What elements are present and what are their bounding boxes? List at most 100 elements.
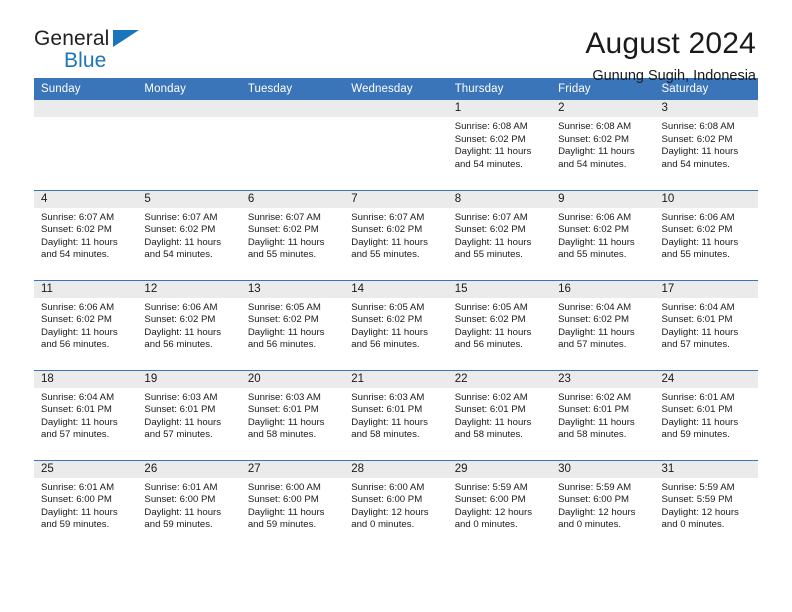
day-details: Sunrise: 6:06 AM Sunset: 6:02 PM Daylight:… [34,298,137,352]
calendar-day-cell[interactable]: 26 Sunrise: 6:01 AM Sunset: 6:00 PM Dayligh… [137,459,241,550]
daylight-text-line1: Daylight: 11 hours [454,326,532,338]
day-number [344,100,448,117]
day-number: 25 [34,460,138,478]
daylight-text-line1: Daylight: 11 hours [41,236,118,248]
day-number: 1 [447,100,552,117]
daylight-text-line1: Daylight: 11 hours [661,236,739,248]
day-details: Sunrise: 6:01 AM Sunset: 6:00 PM Daylight:… [34,478,137,532]
day-details: Sunrise: 6:06 AM Sunset: 6:02 PM Daylight:… [551,208,654,262]
calendar-day-cell[interactable]: 15 Sunrise: 6:05 AM Sunset: 6:02 PM Dayligh… [447,279,552,370]
calendar-day-cell[interactable]: 14 Sunrise: 6:05 AM Sunset: 6:02 PM Dayligh… [344,279,448,370]
sunset-text: Sunset: 6:02 PM [247,224,319,236]
sunrise-text: Sunrise: 6:07 AM [41,211,115,223]
sunset-text: Sunset: 6:02 PM [454,133,526,145]
triangle-icon [113,30,139,47]
calendar-day-cell[interactable]: 29 Sunrise: 5:59 AM Sunset: 6:00 PM Dayligh… [447,459,552,550]
general-blue-logo[interactable]: General Blue [34,28,154,71]
calendar-day-cell[interactable]: 24 Sunrise: 6:01 AM Sunset: 6:01 PM Dayligh… [654,369,758,460]
page-title: August 2024 [585,27,756,60]
calendar-day-cell-empty [137,100,241,190]
sunset-text: Sunset: 6:02 PM [351,314,423,326]
daylight-text-line1: Daylight: 11 hours [454,146,532,158]
calendar-day-cell[interactable]: 9 Sunrise: 6:06 AM Sunset: 6:02 PM Daylight… [551,189,655,280]
sunrise-text: Sunrise: 6:07 AM [247,211,321,223]
day-details: Sunrise: 6:00 AM Sunset: 6:00 PM Daylight:… [344,478,447,532]
daylight-text-line2: and 58 minutes. [351,429,420,441]
sunset-text: Sunset: 6:02 PM [558,314,630,326]
daylight-text-line2: and 56 minutes. [247,339,317,351]
calendar-day-cell[interactable]: 4 Sunrise: 6:07 AM Sunset: 6:02 PM Daylight… [34,189,138,280]
day-number: 23 [551,370,655,388]
sunset-text: Sunset: 6:00 PM [41,494,112,506]
daylight-text-line1: Daylight: 11 hours [247,416,325,428]
day-number: 31 [654,460,758,478]
calendar-day-cell[interactable]: 20 Sunrise: 6:03 AM Sunset: 6:01 PM Dayligh… [240,369,345,460]
calendar-day-cell[interactable]: 1 Sunrise: 6:08 AM Sunset: 6:02 PM Daylight… [447,100,552,190]
daylight-text-line2: and 0 minutes. [351,519,415,531]
calendar-day-cell[interactable]: 30 Sunrise: 5:59 AM Sunset: 6:00 PM Dayligh… [551,459,655,550]
calendar-day-cell[interactable]: 12 Sunrise: 6:06 AM Sunset: 6:02 PM Dayligh… [137,279,241,370]
calendar-day-cell[interactable]: 2 Sunrise: 6:08 AM Sunset: 6:02 PM Daylight… [551,100,655,190]
day-details: Sunrise: 6:05 AM Sunset: 6:02 PM Daylight:… [241,298,344,352]
calendar-day-cell[interactable]: 18 Sunrise: 6:04 AM Sunset: 6:01 PM Dayligh… [34,369,138,460]
calendar-day-cell[interactable]: 23 Sunrise: 6:02 AM Sunset: 6:01 PM Dayligh… [551,369,655,460]
daylight-text-line1: Daylight: 11 hours [661,416,739,428]
calendar-week-row: 4 Sunrise: 6:07 AM Sunset: 6:02 PM Daylight… [34,189,758,280]
sunrise-text: Sunrise: 6:06 AM [661,211,735,223]
day-number: 7 [344,190,448,208]
calendar-day-cell[interactable]: 7 Sunrise: 6:07 AM Sunset: 6:02 PM Daylight… [344,189,448,280]
day-details: Sunrise: 6:08 AM Sunset: 6:02 PM Daylight:… [448,117,551,171]
daylight-text-line2: and 56 minutes. [351,339,420,351]
sunrise-text: Sunrise: 6:06 AM [144,301,218,313]
day-details: Sunrise: 6:05 AM Sunset: 6:02 PM Daylight:… [344,298,447,352]
daylight-text-line2: and 54 minutes. [661,158,730,170]
day-number: 20 [240,370,345,388]
sunrise-text: Sunrise: 6:02 AM [558,391,632,403]
day-number: 22 [447,370,552,388]
day-details: Sunrise: 5:59 AM Sunset: 6:00 PM Daylight:… [551,478,654,532]
logo-text-blue: Blue [64,49,107,72]
calendar-day-cell[interactable]: 19 Sunrise: 6:03 AM Sunset: 6:01 PM Dayligh… [137,369,241,460]
daylight-text-line1: Daylight: 11 hours [558,146,635,158]
calendar-day-cell[interactable]: 16 Sunrise: 6:04 AM Sunset: 6:02 PM Dayligh… [551,279,655,370]
sunrise-text: Sunrise: 6:01 AM [41,481,115,493]
calendar-day-cell[interactable]: 27 Sunrise: 6:00 AM Sunset: 6:00 PM Dayligh… [240,459,345,550]
sunset-text: Sunset: 6:01 PM [558,404,630,416]
day-number: 3 [654,100,758,117]
sunrise-text: Sunrise: 6:07 AM [351,211,425,223]
day-details: Sunrise: 6:06 AM Sunset: 6:02 PM Daylight:… [137,298,240,352]
day-details: Sunrise: 6:01 AM Sunset: 6:01 PM Daylight:… [655,388,758,442]
calendar-day-cell[interactable]: 28 Sunrise: 6:00 AM Sunset: 6:00 PM Dayligh… [344,459,448,550]
day-details: Sunrise: 6:01 AM Sunset: 6:00 PM Daylight:… [137,478,240,532]
calendar-day-cell[interactable]: 22 Sunrise: 6:02 AM Sunset: 6:01 PM Dayligh… [447,369,552,460]
sunrise-text: Sunrise: 6:07 AM [144,211,218,223]
daylight-text-line1: Daylight: 11 hours [351,236,428,248]
weekday-header-wednesday: Wednesday [344,78,448,100]
calendar-day-cell[interactable]: 3 Sunrise: 6:08 AM Sunset: 6:02 PM Daylight… [654,100,758,190]
title-block: August 2024 Gunung Sugih, Indonesia [585,28,758,84]
daylight-text-line2: and 55 minutes. [454,249,523,261]
calendar-week-row: 18 Sunrise: 6:04 AM Sunset: 6:01 PM Dayligh… [34,369,758,460]
day-number: 26 [137,460,241,478]
daylight-text-line2: and 54 minutes. [558,158,627,170]
calendar-day-cell[interactable]: 11 Sunrise: 6:06 AM Sunset: 6:02 PM Dayligh… [34,279,138,370]
sunset-text: Sunset: 6:01 PM [454,404,526,416]
day-details: Sunrise: 6:07 AM Sunset: 6:02 PM Daylight:… [137,208,240,262]
daylight-text-line2: and 0 minutes. [454,519,518,531]
calendar-day-cell[interactable]: 5 Sunrise: 6:07 AM Sunset: 6:02 PM Daylight… [137,189,241,280]
day-details: Sunrise: 6:07 AM Sunset: 6:02 PM Daylight:… [241,208,344,262]
calendar-day-cell[interactable]: 10 Sunrise: 6:06 AM Sunset: 6:02 PM Dayligh… [654,189,758,280]
calendar-day-cell[interactable]: 13 Sunrise: 6:05 AM Sunset: 6:02 PM Dayligh… [240,279,345,370]
calendar-day-cell[interactable]: 31 Sunrise: 5:59 AM Sunset: 5:59 PM Dayligh… [654,459,758,550]
calendar-day-cell[interactable]: 17 Sunrise: 6:04 AM Sunset: 6:01 PM Dayligh… [654,279,758,370]
day-number: 11 [34,280,138,298]
calendar-day-cell[interactable]: 6 Sunrise: 6:07 AM Sunset: 6:02 PM Daylight… [240,189,345,280]
daylight-text-line1: Daylight: 12 hours [558,506,636,518]
calendar-day-cell[interactable]: 21 Sunrise: 6:03 AM Sunset: 6:01 PM Dayligh… [344,369,448,460]
sunrise-text: Sunrise: 6:05 AM [351,301,425,313]
sunrise-text: Sunrise: 5:59 AM [661,481,735,493]
calendar-day-cell[interactable]: 25 Sunrise: 6:01 AM Sunset: 6:00 PM Dayligh… [34,459,138,550]
day-number: 4 [34,190,138,208]
calendar-day-cell[interactable]: 8 Sunrise: 6:07 AM Sunset: 6:02 PM Daylight… [447,189,552,280]
daylight-text-line2: and 56 minutes. [41,339,110,351]
